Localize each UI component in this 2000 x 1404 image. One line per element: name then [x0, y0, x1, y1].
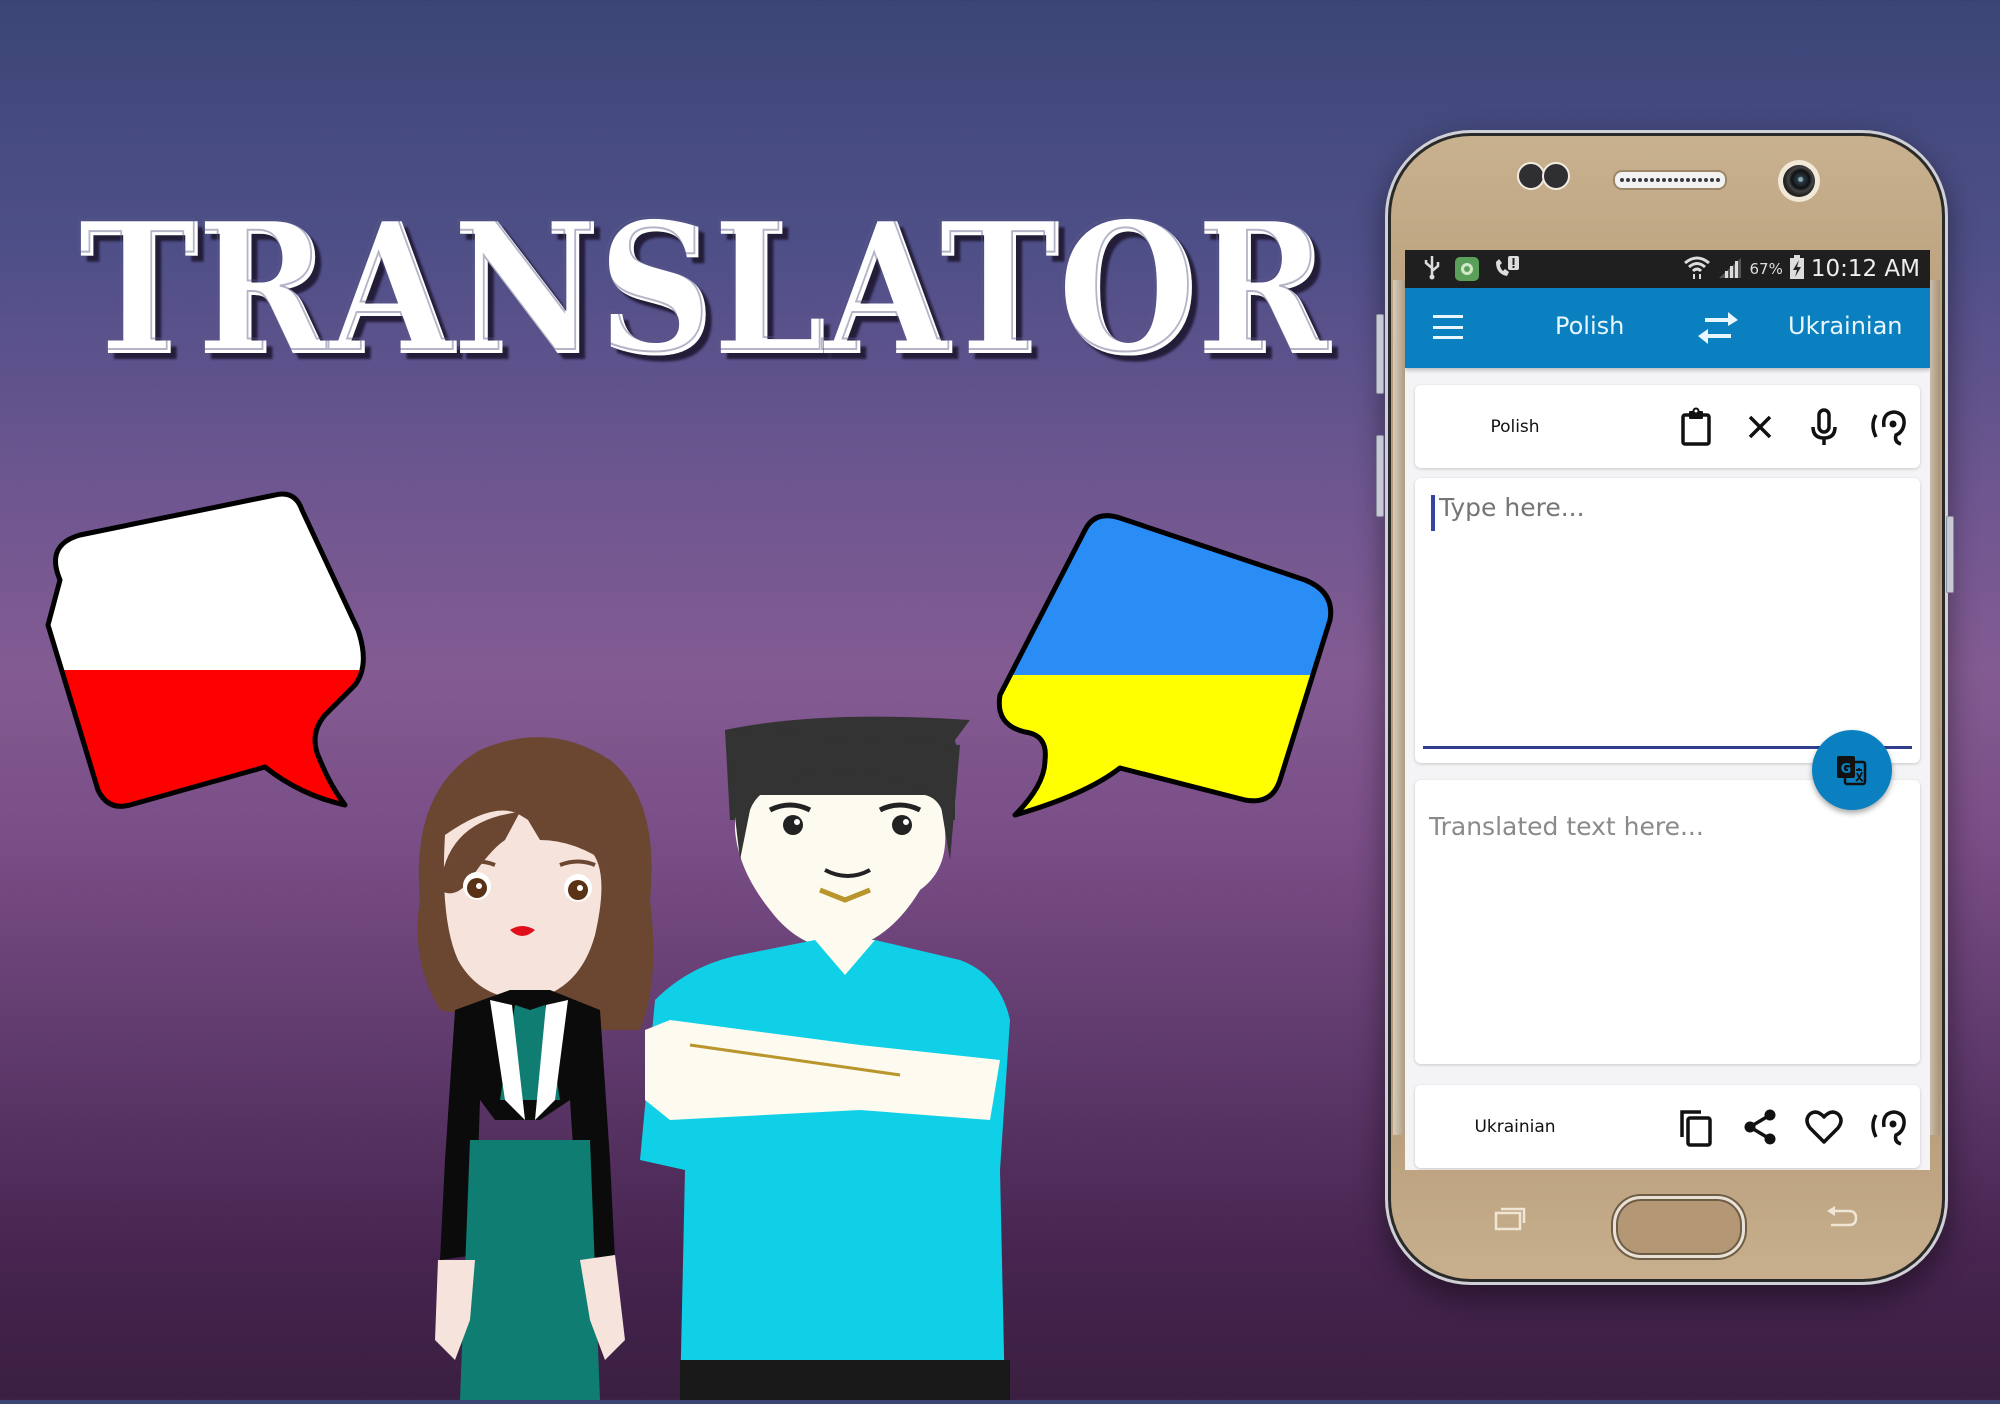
app-screen: 67% 10:12 AM Polish Ukrainian Polish Typ…	[1405, 250, 1930, 1170]
svg-text:G: G	[1841, 762, 1852, 777]
ear-icon	[1871, 409, 1906, 446]
clipboard-icon	[1681, 407, 1711, 446]
target-language-label: Ukrainian	[1474, 1116, 1556, 1137]
target-language-selector[interactable]: Ukrainian	[1788, 312, 1903, 340]
earpiece-speaker	[1613, 170, 1727, 190]
missed-call-icon	[1493, 254, 1521, 284]
usb-icon	[1423, 254, 1441, 284]
ukrainian-flag-bubble	[990, 510, 1335, 820]
front-camera	[1778, 160, 1820, 202]
google-translate-icon: G	[1837, 756, 1867, 786]
target-toolbar: Ukrainian	[1415, 1085, 1920, 1168]
translated-text: Translated text here...	[1429, 812, 1704, 841]
light-sensor	[1542, 162, 1570, 190]
swap-arrows-icon	[1698, 312, 1738, 344]
home-button[interactable]	[1613, 1196, 1745, 1258]
copy-icon	[1680, 1109, 1712, 1147]
banner-title: TRANSLATOR TRANSLATOR	[70, 181, 1340, 395]
share-icon	[1744, 1109, 1776, 1144]
characters-illustration	[400, 700, 1020, 1400]
proximity-sensor	[1517, 162, 1545, 190]
wifi-icon	[1683, 254, 1711, 284]
source-language-label: Polish	[1490, 416, 1540, 437]
app-bar: Polish Ukrainian	[1405, 288, 1930, 368]
listen-source-button[interactable]	[1866, 405, 1910, 449]
clear-button[interactable]	[1738, 405, 1782, 449]
heart-icon	[1805, 1109, 1843, 1144]
title-inline: TRANSLATOR	[77, 182, 1328, 391]
signal-icon	[1717, 254, 1743, 284]
close-icon	[1748, 415, 1772, 438]
microphone-icon	[1811, 407, 1837, 445]
woman-character	[417, 737, 654, 1400]
voice-input-button[interactable]	[1802, 405, 1846, 449]
hamburger-menu-icon[interactable]	[1433, 315, 1463, 339]
ukrainian-flag-blue	[999, 515, 1331, 675]
paste-button[interactable]	[1674, 405, 1718, 449]
back-icon	[1827, 1206, 1858, 1227]
status-bar: 67% 10:12 AM	[1405, 250, 1930, 288]
copy-button[interactable]	[1674, 1105, 1718, 1149]
input-card	[1415, 478, 1920, 763]
app-notification-icon	[1455, 257, 1479, 281]
man-character	[640, 716, 1010, 1400]
back-button[interactable]	[1825, 1205, 1859, 1231]
volume-down-button	[1376, 435, 1384, 517]
ear-icon	[1871, 1109, 1906, 1146]
share-button[interactable]	[1738, 1105, 1782, 1149]
source-language-selector[interactable]: Polish	[1555, 312, 1624, 340]
power-button	[1946, 516, 1954, 593]
source-text-input[interactable]	[1437, 492, 1901, 523]
swap-languages-button[interactable]	[1695, 310, 1741, 346]
favorite-button[interactable]	[1802, 1105, 1846, 1149]
recent-apps-button[interactable]	[1494, 1205, 1526, 1231]
listen-target-button[interactable]	[1866, 1105, 1910, 1149]
recent-apps-icon	[1494, 1207, 1526, 1231]
battery-percent: 67%	[1749, 260, 1783, 278]
volume-up-button	[1376, 314, 1384, 394]
battery-charging-icon	[1789, 254, 1805, 284]
output-card: Translated text here...	[1415, 780, 1920, 1064]
clock: 10:12 AM	[1810, 256, 1920, 282]
polish-flag-bubble	[40, 491, 380, 820]
translate-button[interactable]: G	[1812, 730, 1892, 810]
text-cursor	[1431, 495, 1435, 531]
source-toolbar: Polish	[1415, 385, 1920, 468]
